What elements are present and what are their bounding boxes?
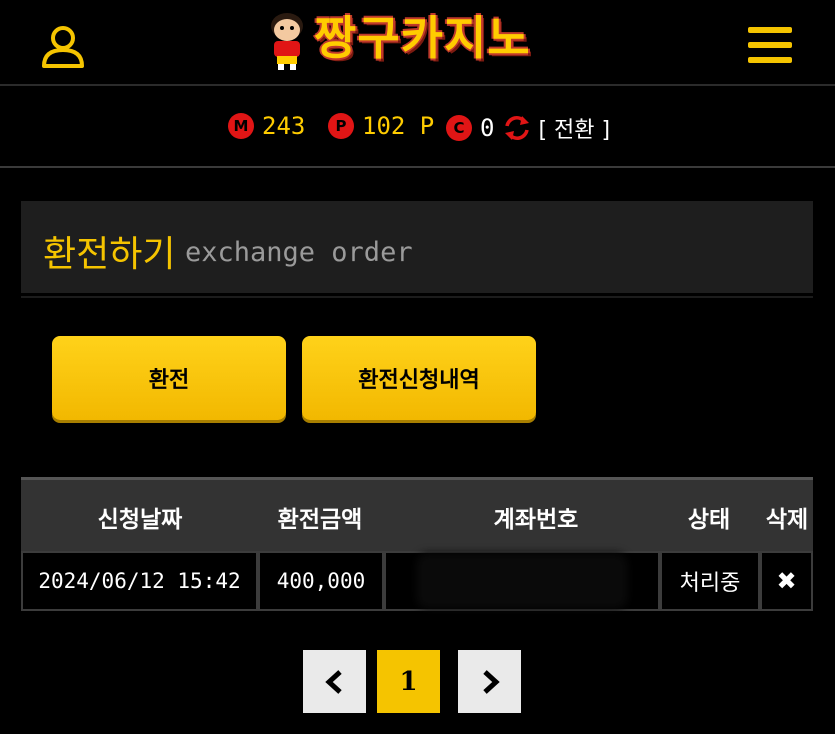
prev-page-button[interactable] <box>303 650 366 713</box>
chevron-right-icon <box>482 669 500 694</box>
delete-icon[interactable]: ✖ <box>760 551 813 611</box>
table-row: 2024/06/12 15:42 400,000 처리중 ✖ <box>21 551 813 615</box>
point-balance: P 102 P <box>328 112 434 140</box>
cell-status: 처리중 <box>660 551 760 611</box>
header-status: 상태 <box>687 507 731 533</box>
page-title-panel: 환전하기 exchange order <box>21 201 813 293</box>
money-value: 243 <box>262 112 306 140</box>
cell-account <box>384 551 660 611</box>
top-header: 짱구카지노 <box>0 0 835 84</box>
next-page-button[interactable] <box>458 650 521 713</box>
header-delete: 삭제 <box>765 507 809 533</box>
table-header: 신청날짜 환전금액 계좌번호 상태 삭제 <box>21 477 813 552</box>
exchange-button[interactable]: 환전 <box>52 336 286 420</box>
balance-divider <box>0 166 835 168</box>
page-subtitle: exchange order <box>185 237 413 268</box>
user-icon[interactable] <box>40 24 86 70</box>
title-divider <box>21 296 813 298</box>
money-balance: M 243 <box>228 112 305 140</box>
cell-date: 2024/06/12 15:42 <box>21 551 258 611</box>
coin-badge: C <box>446 115 472 141</box>
page-title: 환전하기 <box>43 234 176 275</box>
point-badge: P <box>328 113 354 139</box>
header-amount: 환전금액 <box>277 507 363 533</box>
logo[interactable]: 짱구카지노 <box>262 8 582 74</box>
exchange-history-button[interactable]: 환전신청내역 <box>302 336 536 420</box>
redacted-account <box>422 559 622 603</box>
point-value: 102 P <box>362 112 435 140</box>
cell-amount: 400,000 <box>258 551 384 611</box>
convert-link[interactable]: [ 전환 ] <box>538 112 610 144</box>
refresh-icon[interactable] <box>502 113 532 143</box>
money-badge: M <box>228 113 254 139</box>
header-date: 신청날짜 <box>97 507 183 533</box>
coin-value: 0 <box>480 114 495 142</box>
coin-balance: C 0 [ 전환 ] <box>446 112 610 144</box>
chevron-left-icon <box>324 669 342 694</box>
header-account: 계좌번호 <box>493 507 579 533</box>
mascot-icon <box>271 13 303 70</box>
page-number-current[interactable]: 1 <box>377 650 440 713</box>
hamburger-menu-icon[interactable] <box>748 26 792 64</box>
logo-text: 짱구카지노 <box>314 11 531 65</box>
